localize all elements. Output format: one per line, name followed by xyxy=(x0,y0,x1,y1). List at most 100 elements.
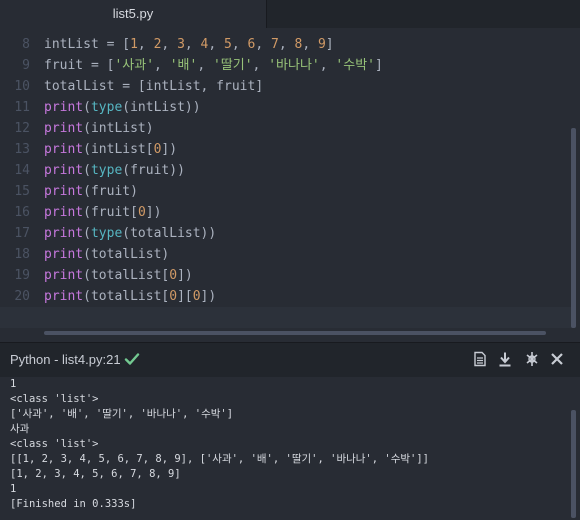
code-line[interactable]: print(intList[0]) xyxy=(44,139,574,160)
output-line: ['사과', '배', '딸기', '바나나', '수박'] xyxy=(10,408,234,420)
code-token: fruit = [ xyxy=(44,58,115,73)
code-token: print xyxy=(44,100,84,115)
code-line[interactable]: print(type(intList)) xyxy=(44,97,574,118)
code-token: '수박' xyxy=(335,58,375,73)
code-token: 0 xyxy=(169,289,178,304)
code-token: 1 xyxy=(130,37,138,52)
code-token: (totalList) xyxy=(83,247,170,262)
code-token: print xyxy=(44,205,84,220)
line-number: 12 xyxy=(14,121,30,136)
output-scrollbar[interactable] xyxy=(571,410,576,518)
code-token: type xyxy=(90,226,123,241)
code-token: totalList = [intList, fruit] xyxy=(44,79,264,94)
code-line[interactable]: print(fruit) xyxy=(44,181,574,202)
code-token: '딸기' xyxy=(212,58,253,73)
output-panel-header: Python - list4.py:21 xyxy=(0,342,580,377)
close-icon[interactable] xyxy=(549,351,565,367)
code-line[interactable]: fruit = ['사과', '배', '딸기', '바나나', '수박'] xyxy=(44,55,574,76)
code-token: 3 xyxy=(177,37,185,52)
line-number: 16 xyxy=(14,205,30,220)
code-token: '사과' xyxy=(114,58,155,73)
check-icon xyxy=(124,353,140,365)
horizontal-scrollbar[interactable] xyxy=(44,331,546,335)
code-token: , xyxy=(184,37,201,52)
code-token: (fruit[ xyxy=(83,205,138,220)
code-token: , xyxy=(319,58,336,73)
code-token: print xyxy=(44,289,84,304)
code-line[interactable]: print(fruit[0]) xyxy=(44,202,574,223)
code-token: 0 xyxy=(169,268,178,283)
output-line: 사과 xyxy=(10,423,30,435)
build-output: 1 <class 'list'> ['사과', '배', '딸기', '바나나', … xyxy=(0,377,580,520)
code-token: , xyxy=(154,58,170,73)
code-token: (intList) xyxy=(83,121,154,136)
code-token: print xyxy=(44,184,84,199)
output-line: 1 xyxy=(10,483,17,495)
code-token: ] xyxy=(374,58,383,73)
code-line[interactable] xyxy=(0,307,574,328)
code-token: print xyxy=(44,121,84,136)
code-token: 9 xyxy=(317,37,326,52)
code-line[interactable]: print(type(totalList)) xyxy=(44,223,574,244)
output-line: [[1, 2, 3, 4, 5, 6, 7, 8, 9], ['사과', '배'… xyxy=(10,453,429,465)
line-number: 19 xyxy=(14,268,30,283)
line-number: 11 xyxy=(14,100,30,115)
code-token: ( xyxy=(83,226,91,241)
code-token: '배' xyxy=(169,58,198,73)
output-panel-title: Python - list4.py:21 xyxy=(10,352,121,367)
code-line[interactable]: print(intList) xyxy=(44,118,574,139)
code-token: ( xyxy=(83,100,91,115)
code-token: '바나나' xyxy=(268,58,320,73)
output-line: [Finished in 0.333s] xyxy=(10,498,137,510)
code-token: print xyxy=(44,142,84,157)
code-token: ( xyxy=(83,163,91,178)
code-line[interactable]: print(totalList) xyxy=(44,244,574,265)
code-token: ]) xyxy=(145,205,162,220)
code-token: (totalList)) xyxy=(122,226,217,241)
tab-divider xyxy=(266,0,267,28)
code-token: ][ xyxy=(177,289,193,304)
line-number: 20 xyxy=(14,289,30,304)
code-token: print xyxy=(44,163,84,178)
code-token: , xyxy=(208,37,225,52)
code-token: , xyxy=(231,37,248,52)
code-token: 7 xyxy=(271,37,279,52)
code-token: print xyxy=(44,268,84,283)
line-number: 8 xyxy=(22,37,30,52)
code-token: , xyxy=(197,58,213,73)
output-line: [1, 2, 3, 4, 5, 6, 7, 8, 9] xyxy=(10,468,181,480)
document-icon[interactable] xyxy=(472,351,488,367)
code-token: , xyxy=(137,37,154,52)
code-token: (totalList[ xyxy=(83,268,170,283)
code-line[interactable]: intList = [1, 2, 3, 4, 5, 6, 7, 8, 9] xyxy=(44,34,574,55)
code-line[interactable]: totalList = [intList, fruit] xyxy=(44,76,574,97)
pin-icon[interactable] xyxy=(524,351,540,367)
line-number: 17 xyxy=(14,226,30,241)
code-token: (fruit)) xyxy=(122,163,185,178)
line-number: 15 xyxy=(14,184,30,199)
code-token: type xyxy=(90,163,123,178)
code-token: 0 xyxy=(192,289,201,304)
line-number: 10 xyxy=(14,79,30,94)
code-token: , xyxy=(255,37,271,52)
code-line[interactable]: print(totalList[0]) xyxy=(44,265,574,286)
code-token: , xyxy=(161,37,178,52)
line-number: 18 xyxy=(14,247,30,262)
code-token: ]) xyxy=(177,268,193,283)
code-token: (intList)) xyxy=(122,100,201,115)
code-token: type xyxy=(90,100,123,115)
tab-list5[interactable]: list5.py xyxy=(0,0,266,28)
code-line[interactable]: print(type(fruit)) xyxy=(44,160,574,181)
code-token: ]) xyxy=(200,289,217,304)
code-editor[interactable]: intList = [1, 2, 3, 4, 5, 6, 7, 8, 9] fru… xyxy=(0,34,574,328)
code-token: print xyxy=(44,247,84,262)
line-number: 14 xyxy=(14,163,30,178)
code-token: intList = [ xyxy=(44,37,131,52)
code-line[interactable]: print(totalList[0][0]) xyxy=(44,286,574,307)
download-icon[interactable] xyxy=(497,351,513,367)
tab-bar: list5.py xyxy=(0,0,580,28)
vertical-scrollbar[interactable] xyxy=(571,128,576,328)
code-token: , xyxy=(278,37,295,52)
code-token: , xyxy=(302,37,318,52)
code-token: 0 xyxy=(137,205,146,220)
